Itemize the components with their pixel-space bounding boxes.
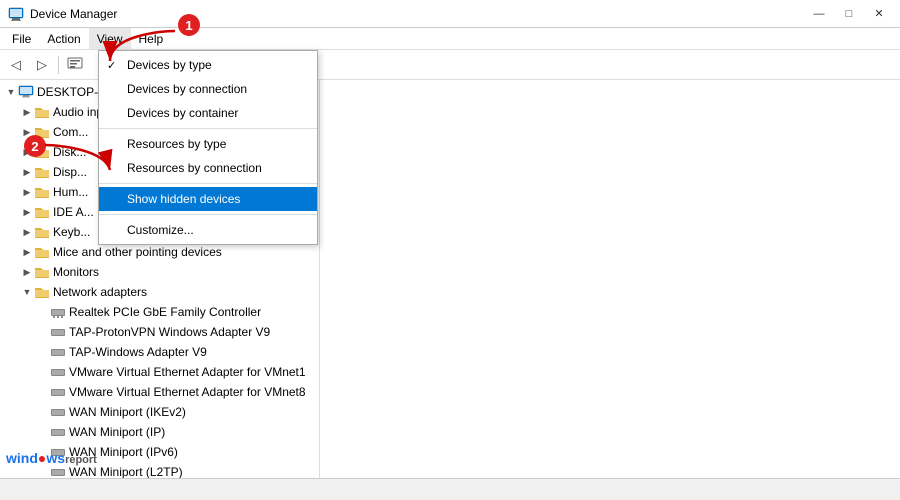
network-expand[interactable]: ▼ (20, 285, 34, 299)
dropdown-show-hidden-devices[interactable]: Show hidden devices (99, 187, 317, 211)
tree-item-monitors[interactable]: ▶ Monitors (0, 262, 319, 282)
badge-1: 1 (178, 14, 200, 36)
vmnet8-label: VMware Virtual Ethernet Adapter for VMne… (69, 385, 306, 399)
wan-ip-label: WAN Miniport (IP) (69, 425, 165, 439)
monitors-expand[interactable]: ▶ (20, 265, 34, 279)
disk-label: Disk... (53, 145, 86, 159)
computer-icon (18, 84, 34, 100)
keyb-label: Keyb... (53, 225, 90, 239)
back-button[interactable]: ◁ (4, 53, 28, 77)
tree-item-tap-win[interactable]: ▶ TAP-Windows Adapter V9 (0, 342, 319, 362)
properties-icon (67, 57, 83, 73)
mice-expand[interactable]: ▶ (20, 245, 34, 259)
menu-bar: File Action View Help (0, 28, 900, 50)
tree-item-wan-ikev2[interactable]: ▶ WAN Miniport (IKEv2) (0, 402, 319, 422)
monitors-folder-icon (34, 264, 50, 280)
tree-item-vmware-vmnet1[interactable]: ▶ VMware Virtual Ethernet Adapter for VM… (0, 362, 319, 382)
title-bar-left: Device Manager (8, 6, 117, 22)
watermark: wind●wsreport (0, 440, 103, 476)
hum-folder-icon (34, 184, 50, 200)
dropdown-separator-1 (99, 128, 317, 129)
tree-item-tap-proton[interactable]: ▶ TAP-ProtonVPN Windows Adapter V9 (0, 322, 319, 342)
dropdown-resources-by-connection[interactable]: Resources by connection (99, 156, 317, 180)
wan-ikev2-label: WAN Miniport (IKEv2) (69, 405, 186, 419)
root-expand[interactable]: ▼ (4, 85, 18, 99)
com-label: Com... (53, 125, 88, 139)
monitors-label: Monitors (53, 265, 99, 279)
app-icon (8, 6, 24, 22)
close-button[interactable]: ✕ (866, 5, 892, 23)
properties-button[interactable] (63, 53, 87, 77)
tap-proton-label: TAP-ProtonVPN Windows Adapter V9 (69, 325, 270, 339)
tree-item-network[interactable]: ▼ Network adapters (0, 282, 319, 302)
hum-expand[interactable]: ▶ (20, 185, 34, 199)
dropdown-devices-by-connection[interactable]: Devices by connection (99, 77, 317, 101)
maximize-button[interactable]: □ (836, 5, 862, 23)
ide-expand[interactable]: ▶ (20, 205, 34, 219)
disp-label: Disp... (53, 165, 87, 179)
vmnet8-icon (50, 384, 66, 400)
status-bar (0, 478, 900, 500)
vmnet1-icon (50, 364, 66, 380)
toolbar-separator-1 (58, 56, 59, 74)
wan-ikev2-icon (50, 404, 66, 420)
ide-folder-icon (34, 204, 50, 220)
dropdown-separator-3 (99, 214, 317, 215)
vmnet1-label: VMware Virtual Ethernet Adapter for VMne… (69, 365, 306, 379)
tree-item-wan-ip[interactable]: ▶ WAN Miniport (IP) (0, 422, 319, 442)
tap-win-label: TAP-Windows Adapter V9 (69, 345, 207, 359)
right-panel (320, 80, 900, 500)
mice-label: Mice and other pointing devices (53, 245, 222, 259)
keyb-folder-icon (34, 224, 50, 240)
minimize-button[interactable]: — (806, 5, 832, 23)
ide-label: IDE A... (53, 205, 94, 219)
network-label: Network adapters (53, 285, 147, 299)
disp-expand[interactable]: ▶ (20, 165, 34, 179)
network-folder-icon (34, 284, 50, 300)
window-controls: — □ ✕ (806, 5, 892, 23)
menu-help[interactable]: Help (131, 28, 172, 49)
check-devices-by-type: ✓ (107, 59, 116, 72)
dropdown-resources-by-type[interactable]: Resources by type (99, 132, 317, 156)
watermark-text: wind●wsreport (6, 450, 97, 466)
tap-proton-icon (50, 324, 66, 340)
realtek-device-icon (50, 304, 66, 320)
realtek-label: Realtek PCIe GbE Family Controller (69, 305, 261, 319)
hum-label: Hum... (53, 185, 88, 199)
dropdown-customize[interactable]: Customize... (99, 218, 317, 242)
badge-2: 2 (24, 135, 46, 157)
dropdown-devices-by-type[interactable]: ✓ Devices by type (99, 53, 317, 77)
title-bar: Device Manager — □ ✕ (0, 0, 900, 28)
menu-file[interactable]: File (4, 28, 39, 49)
tree-item-mice[interactable]: ▶ Mice and other pointing devices (0, 242, 319, 262)
menu-action[interactable]: Action (39, 28, 88, 49)
disp-folder-icon (34, 164, 50, 180)
window-title: Device Manager (30, 7, 117, 21)
menu-view[interactable]: View (89, 28, 131, 49)
keyb-expand[interactable]: ▶ (20, 225, 34, 239)
tap-win-icon (50, 344, 66, 360)
dropdown-separator-2 (99, 183, 317, 184)
forward-button[interactable]: ▷ (30, 53, 54, 77)
tree-item-realtek[interactable]: ▶ Realtek PCIe GbE Family Controller (0, 302, 319, 322)
view-dropdown-menu: ✓ Devices by type Devices by connection … (98, 50, 318, 245)
tree-item-vmware-vmnet8[interactable]: ▶ VMware Virtual Ethernet Adapter for VM… (0, 382, 319, 402)
mice-folder-icon (34, 244, 50, 260)
audio-folder-icon (34, 104, 50, 120)
audio-expand[interactable]: ▶ (20, 105, 34, 119)
wan-ip-icon (50, 424, 66, 440)
dropdown-devices-by-container[interactable]: Devices by container (99, 101, 317, 125)
